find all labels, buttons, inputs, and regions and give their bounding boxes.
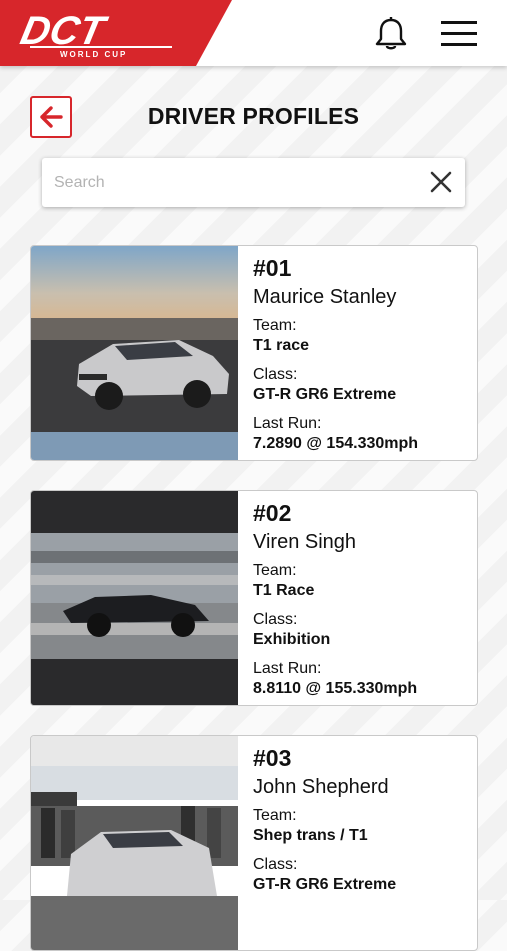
driver-car-photo bbox=[31, 246, 238, 460]
class-value: GT-R GR6 Extreme bbox=[253, 386, 397, 403]
last-run-value: 8.8110 @ 155.330mph bbox=[253, 680, 418, 697]
driver-info: #02 Viren Singh Team: T1 Race Class: Exh… bbox=[253, 499, 469, 705]
class-label: Class: bbox=[253, 856, 298, 873]
driver-info: #03 John Shepherd Team: Shep trans / T1 … bbox=[253, 744, 469, 904]
search-box bbox=[42, 158, 465, 207]
page-title: DRIVER PROFILES bbox=[147, 103, 360, 129]
team-value: Shep trans / T1 bbox=[253, 827, 368, 844]
hamburger-menu-icon[interactable] bbox=[440, 18, 478, 50]
app-header: DCT WORLD CUP bbox=[0, 0, 507, 66]
svg-text:WORLD CUP: WORLD CUP bbox=[60, 50, 127, 59]
class-value: Exhibition bbox=[253, 631, 331, 648]
class-label: Class: bbox=[253, 611, 298, 628]
bell-icon[interactable] bbox=[373, 16, 409, 52]
last-run-label: Last Run: bbox=[253, 660, 322, 677]
driver-number: #02 bbox=[253, 500, 292, 526]
driver-card[interactable]: #03 John Shepherd Team: Shep trans / T1 … bbox=[30, 735, 478, 951]
driver-name: Viren Singh bbox=[253, 531, 357, 553]
team-label: Team: bbox=[253, 807, 297, 824]
driver-car-photo bbox=[31, 491, 238, 705]
team-value: T1 Race bbox=[253, 582, 315, 599]
driver-name: John Shepherd bbox=[253, 776, 389, 798]
driver-number: #03 bbox=[253, 745, 292, 771]
class-label: Class: bbox=[253, 366, 298, 383]
class-value: GT-R GR6 Extreme bbox=[253, 876, 397, 893]
team-value: T1 race bbox=[253, 337, 310, 354]
driver-card[interactable]: #01 Maurice Stanley Team: T1 race Class:… bbox=[30, 245, 478, 461]
driver-info: #01 Maurice Stanley Team: T1 race Class:… bbox=[253, 254, 469, 460]
last-run-value: 7.2890 @ 154.330mph bbox=[253, 435, 419, 452]
driver-name: Maurice Stanley bbox=[253, 286, 397, 308]
dct-world-cup-logo[interactable]: DCT WORLD CUP bbox=[0, 0, 232, 66]
team-label: Team: bbox=[253, 562, 297, 579]
last-run-label: Last Run: bbox=[253, 415, 322, 432]
driver-card[interactable]: #02 Viren Singh Team: T1 Race Class: Exh… bbox=[30, 490, 478, 706]
driver-number: #01 bbox=[253, 255, 292, 281]
close-icon[interactable] bbox=[429, 170, 453, 194]
search-input[interactable] bbox=[52, 168, 426, 198]
driver-car-photo bbox=[31, 736, 238, 950]
team-label: Team: bbox=[253, 317, 297, 334]
